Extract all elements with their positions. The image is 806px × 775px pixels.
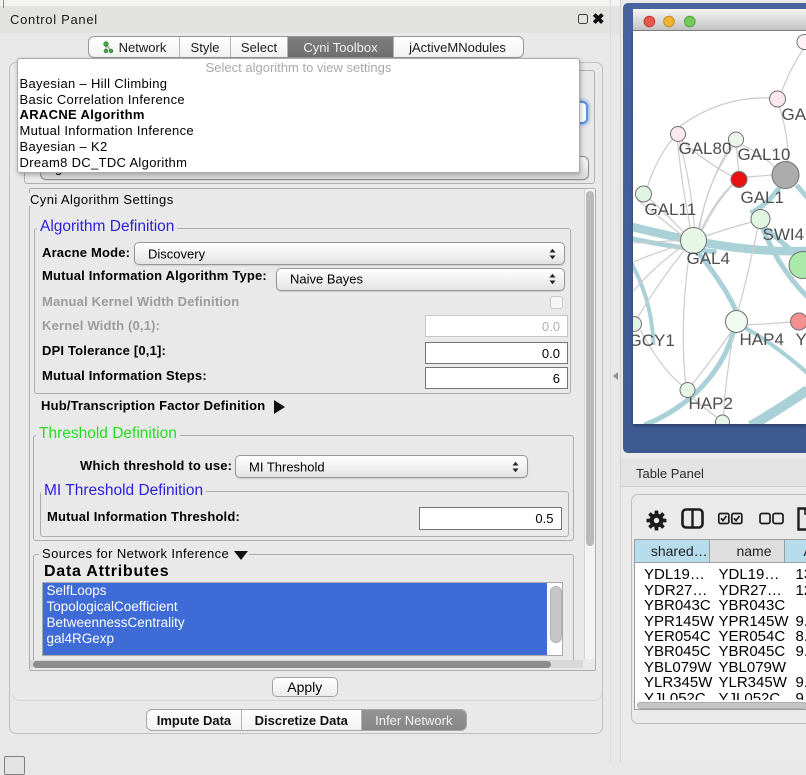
- svg-text:GAL11: GAL11: [644, 200, 696, 219]
- svg-text:GAL10: GAL10: [737, 145, 790, 164]
- svg-text:Y: Y: [795, 330, 806, 349]
- svg-text:GCY1: GCY1: [633, 331, 675, 350]
- svg-text:HAP4: HAP4: [739, 330, 783, 349]
- svg-text:SWI4: SWI4: [762, 225, 804, 244]
- svg-text:HAP2: HAP2: [688, 394, 732, 413]
- svg-text:GAL80: GAL80: [678, 139, 731, 158]
- svg-text:GAL7: GAL7: [781, 105, 806, 124]
- svg-text:GAL1: GAL1: [740, 188, 783, 207]
- svg-text:GAL4: GAL4: [686, 249, 729, 268]
